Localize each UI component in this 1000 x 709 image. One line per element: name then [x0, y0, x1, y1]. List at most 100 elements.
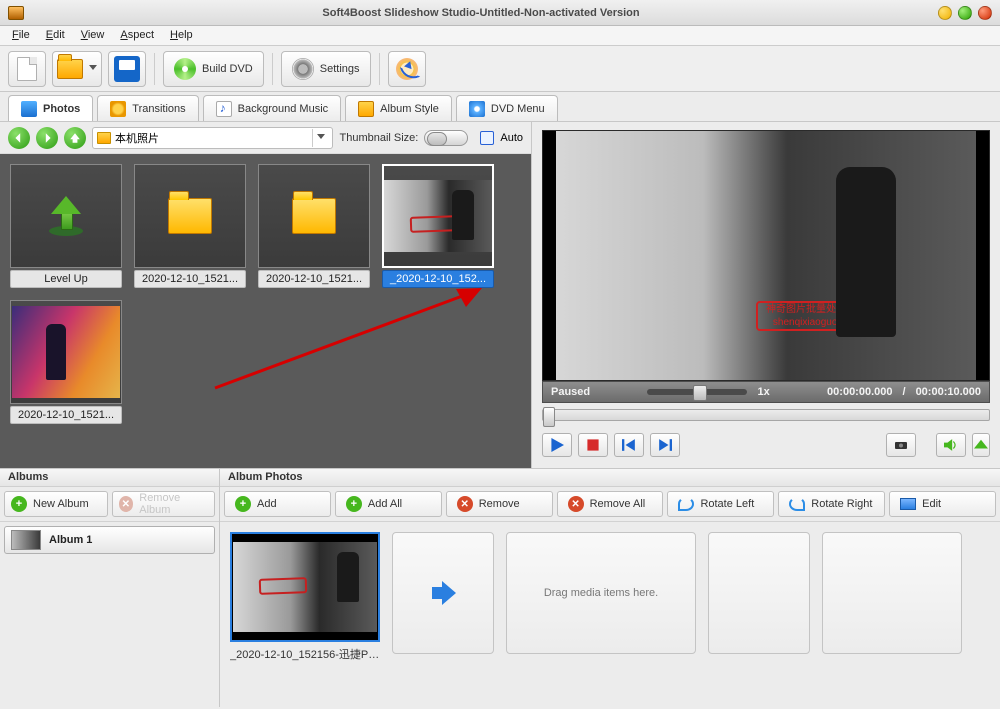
add-button[interactable]: +Add: [224, 491, 331, 517]
timeline-item[interactable]: _2020-12-10_152156-迅捷PDF?..: [230, 532, 380, 662]
save-button[interactable]: [108, 51, 146, 87]
separator: [154, 53, 155, 85]
album-photos-title: Album Photos: [220, 469, 1000, 487]
drop-target[interactable]: Drag media items here.: [506, 532, 696, 654]
time-total: 00:00:10.000: [916, 386, 981, 398]
remove-button[interactable]: ✕Remove: [446, 491, 553, 517]
thumb-folder[interactable]: 2020-12-10_1521...: [134, 164, 246, 288]
close-button[interactable]: [978, 6, 992, 20]
menu-aspect[interactable]: Aspect: [114, 28, 160, 43]
plus-icon: +: [346, 496, 362, 512]
watermark-stamp: 神奇图片批量处理软件 shenqixiaoguo.com: [756, 301, 876, 331]
remove-album-label: Remove Album: [139, 492, 208, 516]
tab-photos[interactable]: Photos: [8, 95, 93, 121]
tab-dvdmenu[interactable]: DVD Menu: [456, 95, 558, 121]
thumb-size-slider[interactable]: [424, 130, 468, 146]
thumb-caption: Level Up: [10, 270, 122, 288]
build-dvd-label: Build DVD: [202, 63, 253, 75]
drop-target[interactable]: [822, 532, 962, 654]
remove-all-button[interactable]: ✕Remove All: [557, 491, 664, 517]
timeline-thumb: [233, 542, 377, 632]
separator: [272, 53, 273, 85]
rotate-right-icon: [789, 497, 805, 511]
menu-edit[interactable]: Edit: [40, 28, 71, 43]
menu-file[interactable]: File: [6, 28, 36, 43]
rotate-right-button[interactable]: Rotate Right: [778, 491, 885, 517]
tab-albumstyle[interactable]: Album Style: [345, 95, 452, 121]
settings-button[interactable]: Settings: [281, 51, 371, 87]
chevron-down-icon[interactable]: [312, 129, 328, 147]
maximize-button[interactable]: [958, 6, 972, 20]
volume-popup-button[interactable]: [972, 433, 990, 457]
bottom-row: Albums +New Album ✕Remove Album Album 1 …: [0, 468, 1000, 707]
next-button[interactable]: [650, 433, 680, 457]
tabs: Photos Transitions Background Music Albu…: [0, 92, 1000, 122]
thumb-image-selected[interactable]: _2020-12-10_152...: [382, 164, 494, 288]
thumb-image[interactable]: 2020-12-10_1521...: [10, 300, 122, 424]
menu-help[interactable]: Help: [164, 28, 199, 43]
file-browser: Thumbnail Size: Auto Level Up 2020-12-10…: [0, 122, 532, 468]
tab-bgmusic[interactable]: Background Music: [203, 95, 342, 121]
tab-transitions[interactable]: Transitions: [97, 95, 198, 121]
auto-checkbox[interactable]: [480, 131, 494, 145]
about-button[interactable]: [388, 51, 426, 87]
star-icon: [110, 101, 126, 117]
volume-button[interactable]: [936, 433, 966, 457]
thumb-levelup[interactable]: Level Up: [10, 164, 122, 288]
albums-title: Albums: [0, 469, 219, 487]
path-input[interactable]: [115, 132, 308, 144]
seek-bar[interactable]: [542, 406, 990, 424]
music-icon: [216, 101, 232, 117]
menu-view[interactable]: View: [75, 28, 111, 43]
dvd-menu-icon: [469, 101, 485, 117]
new-icon: [17, 57, 37, 81]
timeline-strip: _2020-12-10_152156-迅捷PDF?.. Drag media i…: [220, 522, 1000, 707]
toolbar: Build DVD Settings: [0, 46, 1000, 92]
open-button[interactable]: [52, 51, 102, 87]
folder-icon: [97, 132, 111, 144]
minimize-button[interactable]: [938, 6, 952, 20]
nav-forward-button[interactable]: [36, 127, 58, 149]
new-album-button[interactable]: +New Album: [4, 491, 108, 517]
edit-icon: [900, 498, 916, 510]
build-dvd-button[interactable]: Build DVD: [163, 51, 264, 87]
thumb-caption: 2020-12-10_1521...: [258, 270, 370, 288]
remove-icon: ✕: [568, 496, 584, 512]
albums-list: Album 1: [0, 522, 219, 707]
transition-slot[interactable]: [392, 532, 494, 654]
path-combobox[interactable]: [92, 127, 333, 149]
folder-icon: [168, 198, 212, 234]
rotate-left-icon: [678, 497, 694, 511]
remove-album-button[interactable]: ✕Remove Album: [112, 491, 216, 517]
rotate-left-button[interactable]: Rotate Left: [667, 491, 774, 517]
nav-back-button[interactable]: [8, 127, 30, 149]
new-button[interactable]: [8, 51, 46, 87]
settings-label: Settings: [320, 63, 360, 75]
tab-transitions-label: Transitions: [132, 103, 185, 115]
album-item[interactable]: Album 1: [4, 526, 215, 554]
album-photos-panel: Album Photos +Add +Add All ✕Remove ✕Remo…: [220, 469, 1000, 707]
app-icon: [8, 6, 24, 20]
transition-arrow-icon: [428, 578, 458, 608]
new-album-label: New Album: [33, 498, 89, 510]
prev-button[interactable]: [614, 433, 644, 457]
edit-button[interactable]: Edit: [889, 491, 996, 517]
thumb-caption: 2020-12-10_1521...: [134, 270, 246, 288]
thumb-size-label: Thumbnail Size:: [339, 132, 418, 144]
play-button[interactable]: [542, 433, 572, 457]
preview-viewport: 神奇图片批量处理软件 shenqixiaoguo.com: [542, 130, 990, 381]
transition-slot[interactable]: [708, 532, 810, 654]
dvd-icon: [174, 58, 196, 80]
thumb-grid: Level Up 2020-12-10_1521... 2020-12-10_1…: [0, 154, 531, 468]
main-row: Thumbnail Size: Auto Level Up 2020-12-10…: [0, 122, 1000, 468]
album-thumb: [11, 530, 41, 550]
thumb-caption: _2020-12-10_152...: [382, 270, 494, 288]
nav-up-button[interactable]: [64, 127, 86, 149]
thumb-image: [384, 180, 492, 252]
add-all-button[interactable]: +Add All: [335, 491, 442, 517]
thumb-folder[interactable]: 2020-12-10_1521...: [258, 164, 370, 288]
plus-icon: +: [235, 496, 251, 512]
stop-button[interactable]: [578, 433, 608, 457]
speed-slider[interactable]: [647, 389, 747, 395]
snapshot-button[interactable]: [886, 433, 916, 457]
